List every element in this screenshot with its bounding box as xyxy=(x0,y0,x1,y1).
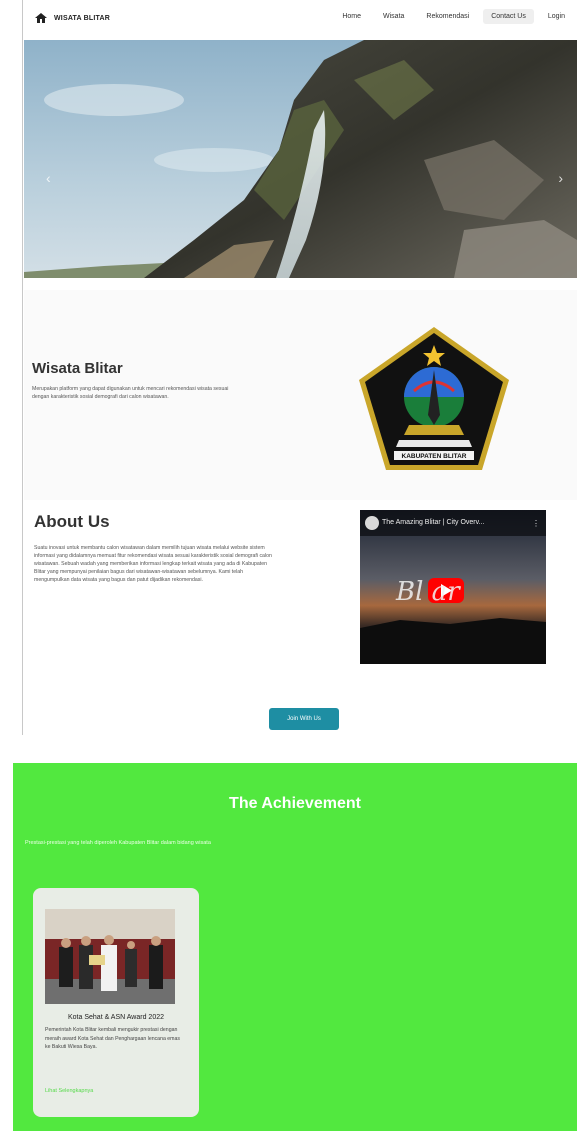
intro-title: Wisata Blitar xyxy=(32,360,123,377)
channel-avatar-icon xyxy=(365,516,379,530)
nav-rekomendasi[interactable]: Rekomendasi xyxy=(418,9,477,24)
card-read-more-link[interactable]: Lihat Selengkapnya xyxy=(45,1088,93,1094)
brand-name: WISATA BLITAR xyxy=(54,14,110,22)
video-thumbnail: ⋮ Bl ar xyxy=(360,510,546,664)
navbar: WISATA BLITAR Home Wisata Rekomendasi Co… xyxy=(24,0,577,38)
page: WISATA BLITAR Home Wisata Rekomendasi Co… xyxy=(0,0,577,1131)
achievement-subtitle: Prestasi-prestasi yang telah diperoleh K… xyxy=(25,840,211,846)
svg-text:⋮: ⋮ xyxy=(532,519,540,528)
kabupaten-blitar-logo: KABUPATEN BLITAR xyxy=(359,327,509,470)
carousel-prev-button[interactable]: ‹ xyxy=(46,170,51,186)
video-overlay-text: Bl ar xyxy=(395,577,461,607)
achievement-title: The Achievement xyxy=(229,795,361,812)
about-description: Suatu inovasi untuk membantu calon wisat… xyxy=(34,545,272,583)
youtube-video-embed[interactable]: ⋮ Bl ar The Amazing Blitar | City Overv.… xyxy=(360,510,546,664)
about-title: About Us xyxy=(34,512,110,531)
achievement-section: The Achievement Prestasi-prestasi yang t… xyxy=(13,763,577,1131)
hero-carousel[interactable]: ‹ › xyxy=(24,40,577,278)
left-border xyxy=(22,0,23,735)
video-title: The Amazing Blitar | City Overv... xyxy=(382,519,485,526)
carousel-next-button[interactable]: › xyxy=(558,170,563,186)
brand[interactable]: WISATA BLITAR xyxy=(34,11,110,25)
card-title: Kota Sehat & ASN Award 2022 xyxy=(68,1014,164,1021)
nav-wisata[interactable]: Wisata xyxy=(375,9,412,24)
nav-links: Home Wisata Rekomendasi Contact Us Login xyxy=(334,9,573,24)
intro-description: Merupakan platform yang dapat digunakan … xyxy=(32,386,229,400)
card-description: Pemerintah Kota Blitar kembali mengukir … xyxy=(45,1027,180,1050)
nav-contact-us[interactable]: Contact Us xyxy=(483,9,534,24)
award-photo xyxy=(45,909,175,1004)
hero-image xyxy=(24,40,577,278)
nav-login[interactable]: Login xyxy=(540,9,573,24)
house-logo-icon xyxy=(35,13,47,23)
intro-section: Wisata Blitar Merupakan platform yang da… xyxy=(24,290,577,500)
logo-caption: KABUPATEN BLITAR xyxy=(402,453,467,460)
nav-home[interactable]: Home xyxy=(334,9,369,24)
achievement-card: Kota Sehat & ASN Award 2022 Pemerintah K… xyxy=(33,888,199,1117)
join-with-us-button[interactable]: Join With Us xyxy=(269,708,339,730)
about-section: About Us Suatu inovasi untuk membantu ca… xyxy=(24,502,577,737)
